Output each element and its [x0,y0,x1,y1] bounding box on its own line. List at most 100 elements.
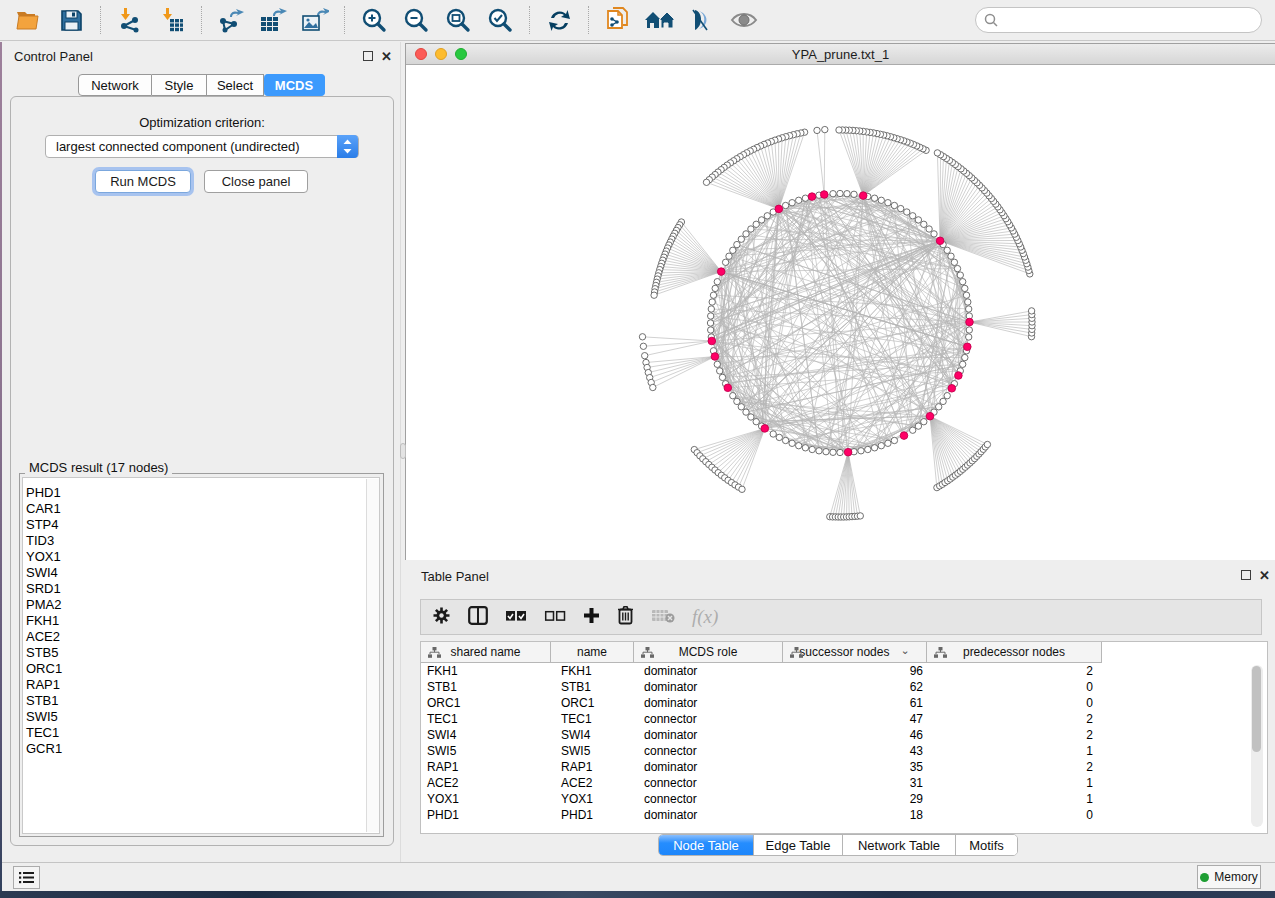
close-panel-icon[interactable]: ✕ [381,49,392,64]
table-row[interactable]: STB1STB1dominator620 [421,679,1267,695]
network-document-icon[interactable] [597,5,639,35]
cell: SWI5 [551,743,634,759]
mcds-result-item[interactable]: FKH1 [23,613,379,629]
optimization-criterion-label: Optimization criterion: [11,115,393,130]
mcds-result-item[interactable]: TEC1 [23,725,379,741]
zoom-selected-icon[interactable] [479,5,521,35]
mcds-result-item[interactable]: SWI5 [23,709,379,725]
delete-table-icon[interactable] [651,608,675,627]
import-network-icon[interactable] [109,5,151,35]
cell: dominator [634,679,783,695]
export-table-icon[interactable] [252,5,294,35]
cell: 0 [927,695,1102,711]
table-row[interactable]: TEC1TEC1connector472 [421,711,1267,727]
search-input[interactable] [975,7,1262,33]
tab-edge-table[interactable]: Edge Table [754,835,843,855]
cell: 2 [927,663,1102,679]
table-toolbar: f(x) [420,599,1262,635]
function-builder-icon[interactable]: f(x) [692,606,718,628]
cell: ACE2 [421,775,551,791]
cell: 46 [783,727,927,743]
table-scrollbar[interactable] [1251,665,1263,827]
table-scrollbar-thumb[interactable] [1252,666,1261,752]
close-panel-button[interactable]: Close panel [204,170,308,193]
mcds-result-item[interactable]: RAP1 [23,677,379,693]
cell: 62 [783,679,927,695]
show-all-columns-icon[interactable] [505,608,527,626]
float-panel-icon[interactable] [363,51,373,61]
export-image-icon[interactable] [294,5,336,35]
cell: dominator [634,807,783,823]
table-row[interactable]: ORC1ORC1dominator610 [421,695,1267,711]
create-column-icon[interactable] [583,607,600,628]
tab-network[interactable]: Network [78,74,152,96]
cell: ORC1 [551,695,634,711]
table-row[interactable]: SWI5SWI5connector431 [421,743,1267,759]
mcds-result-item[interactable]: CAR1 [23,501,379,517]
tab-style[interactable]: Style [152,74,207,96]
mcds-result-item[interactable]: TID3 [23,533,379,549]
table-settings-icon[interactable] [432,606,451,629]
tab-select[interactable]: Select [207,74,264,96]
mcds-result-item[interactable]: SRD1 [23,581,379,597]
mcds-result-item[interactable]: SWI4 [23,565,379,581]
column-header-shared-name[interactable]: shared name [421,642,551,663]
hide-all-columns-icon[interactable] [544,608,566,626]
table-header-row: shared namenameMCDS rolesuccessor nodes⌄… [421,642,1102,663]
table-row[interactable]: SWI4SWI4dominator462 [421,727,1267,743]
cell: 35 [783,759,927,775]
tab-mcds[interactable]: MCDS [264,74,325,96]
control-panel-tabs: NetworkStyleSelectMCDS [78,74,325,96]
tab-motifs[interactable]: Motifs [956,835,1017,855]
eye-icon[interactable] [723,5,765,35]
export-network-icon[interactable] [210,5,252,35]
cell: 47 [783,711,927,727]
select-stepper-icon [337,135,358,158]
zoom-fit-icon[interactable] [437,5,479,35]
refresh-icon[interactable] [538,5,580,35]
run-mcds-button[interactable]: Run MCDS [95,170,191,193]
mcds-result-scrollbar[interactable] [366,479,379,832]
table-row[interactable]: RAP1RAP1dominator352 [421,759,1267,775]
network-graph[interactable] [406,65,1275,560]
column-header-name[interactable]: name [551,642,634,663]
cell: dominator [634,663,783,679]
table-row[interactable]: YOX1YOX1connector291 [421,791,1267,807]
tab-node-table[interactable]: Node Table [659,835,754,855]
save-icon[interactable] [50,5,92,35]
zoom-in-icon[interactable] [353,5,395,35]
column-header-predecessor-nodes[interactable]: predecessor nodes [927,642,1102,663]
task-history-button[interactable] [13,866,40,889]
zoom-out-icon[interactable] [395,5,437,35]
split-panel-icon[interactable] [468,606,488,629]
mcds-result-item[interactable]: PHD1 [23,485,379,501]
network-window-titlebar[interactable]: YPA_prune.txt_1 [406,44,1275,65]
cell: STB1 [421,679,551,695]
mcds-result-item[interactable]: STP4 [23,517,379,533]
column-header-successor-nodes[interactable]: successor nodes⌄ [783,642,927,663]
float-table-panel-icon[interactable] [1241,570,1251,580]
mcds-result-item[interactable]: ACE2 [23,629,379,645]
table-row[interactable]: PHD1PHD1dominator180 [421,807,1267,823]
memory-button[interactable]: Memory [1197,865,1261,889]
mcds-result-item[interactable]: ORC1 [23,661,379,677]
visual-style-icon[interactable] [681,5,723,35]
mcds-result-item[interactable]: STB1 [23,693,379,709]
criterion-select[interactable]: largest connected component (undirected) [45,135,359,158]
home-icon[interactable] [639,5,681,35]
mcds-result-item[interactable]: GCR1 [23,741,379,757]
delete-column-icon[interactable] [617,605,634,629]
tab-network-table[interactable]: Network Table [843,835,956,855]
mcds-result-list[interactable]: PHD1CAR1STP4TID3YOX1SWI4SRD1PMA2FKH1ACE2… [22,477,380,834]
mcds-result-item[interactable]: YOX1 [23,549,379,565]
open-file-icon[interactable] [8,5,50,35]
import-table-icon[interactable] [151,5,193,35]
table-row[interactable]: FKH1FKH1dominator962 [421,663,1267,679]
close-table-panel-icon[interactable]: ✕ [1259,568,1270,583]
mcds-result-item[interactable]: PMA2 [23,597,379,613]
cell: 0 [927,679,1102,695]
column-header-MCDS-role[interactable]: MCDS role [634,642,783,663]
table-row[interactable]: ACE2ACE2connector311 [421,775,1267,791]
splitter-handle[interactable] [400,443,406,459]
mcds-result-item[interactable]: STB5 [23,645,379,661]
